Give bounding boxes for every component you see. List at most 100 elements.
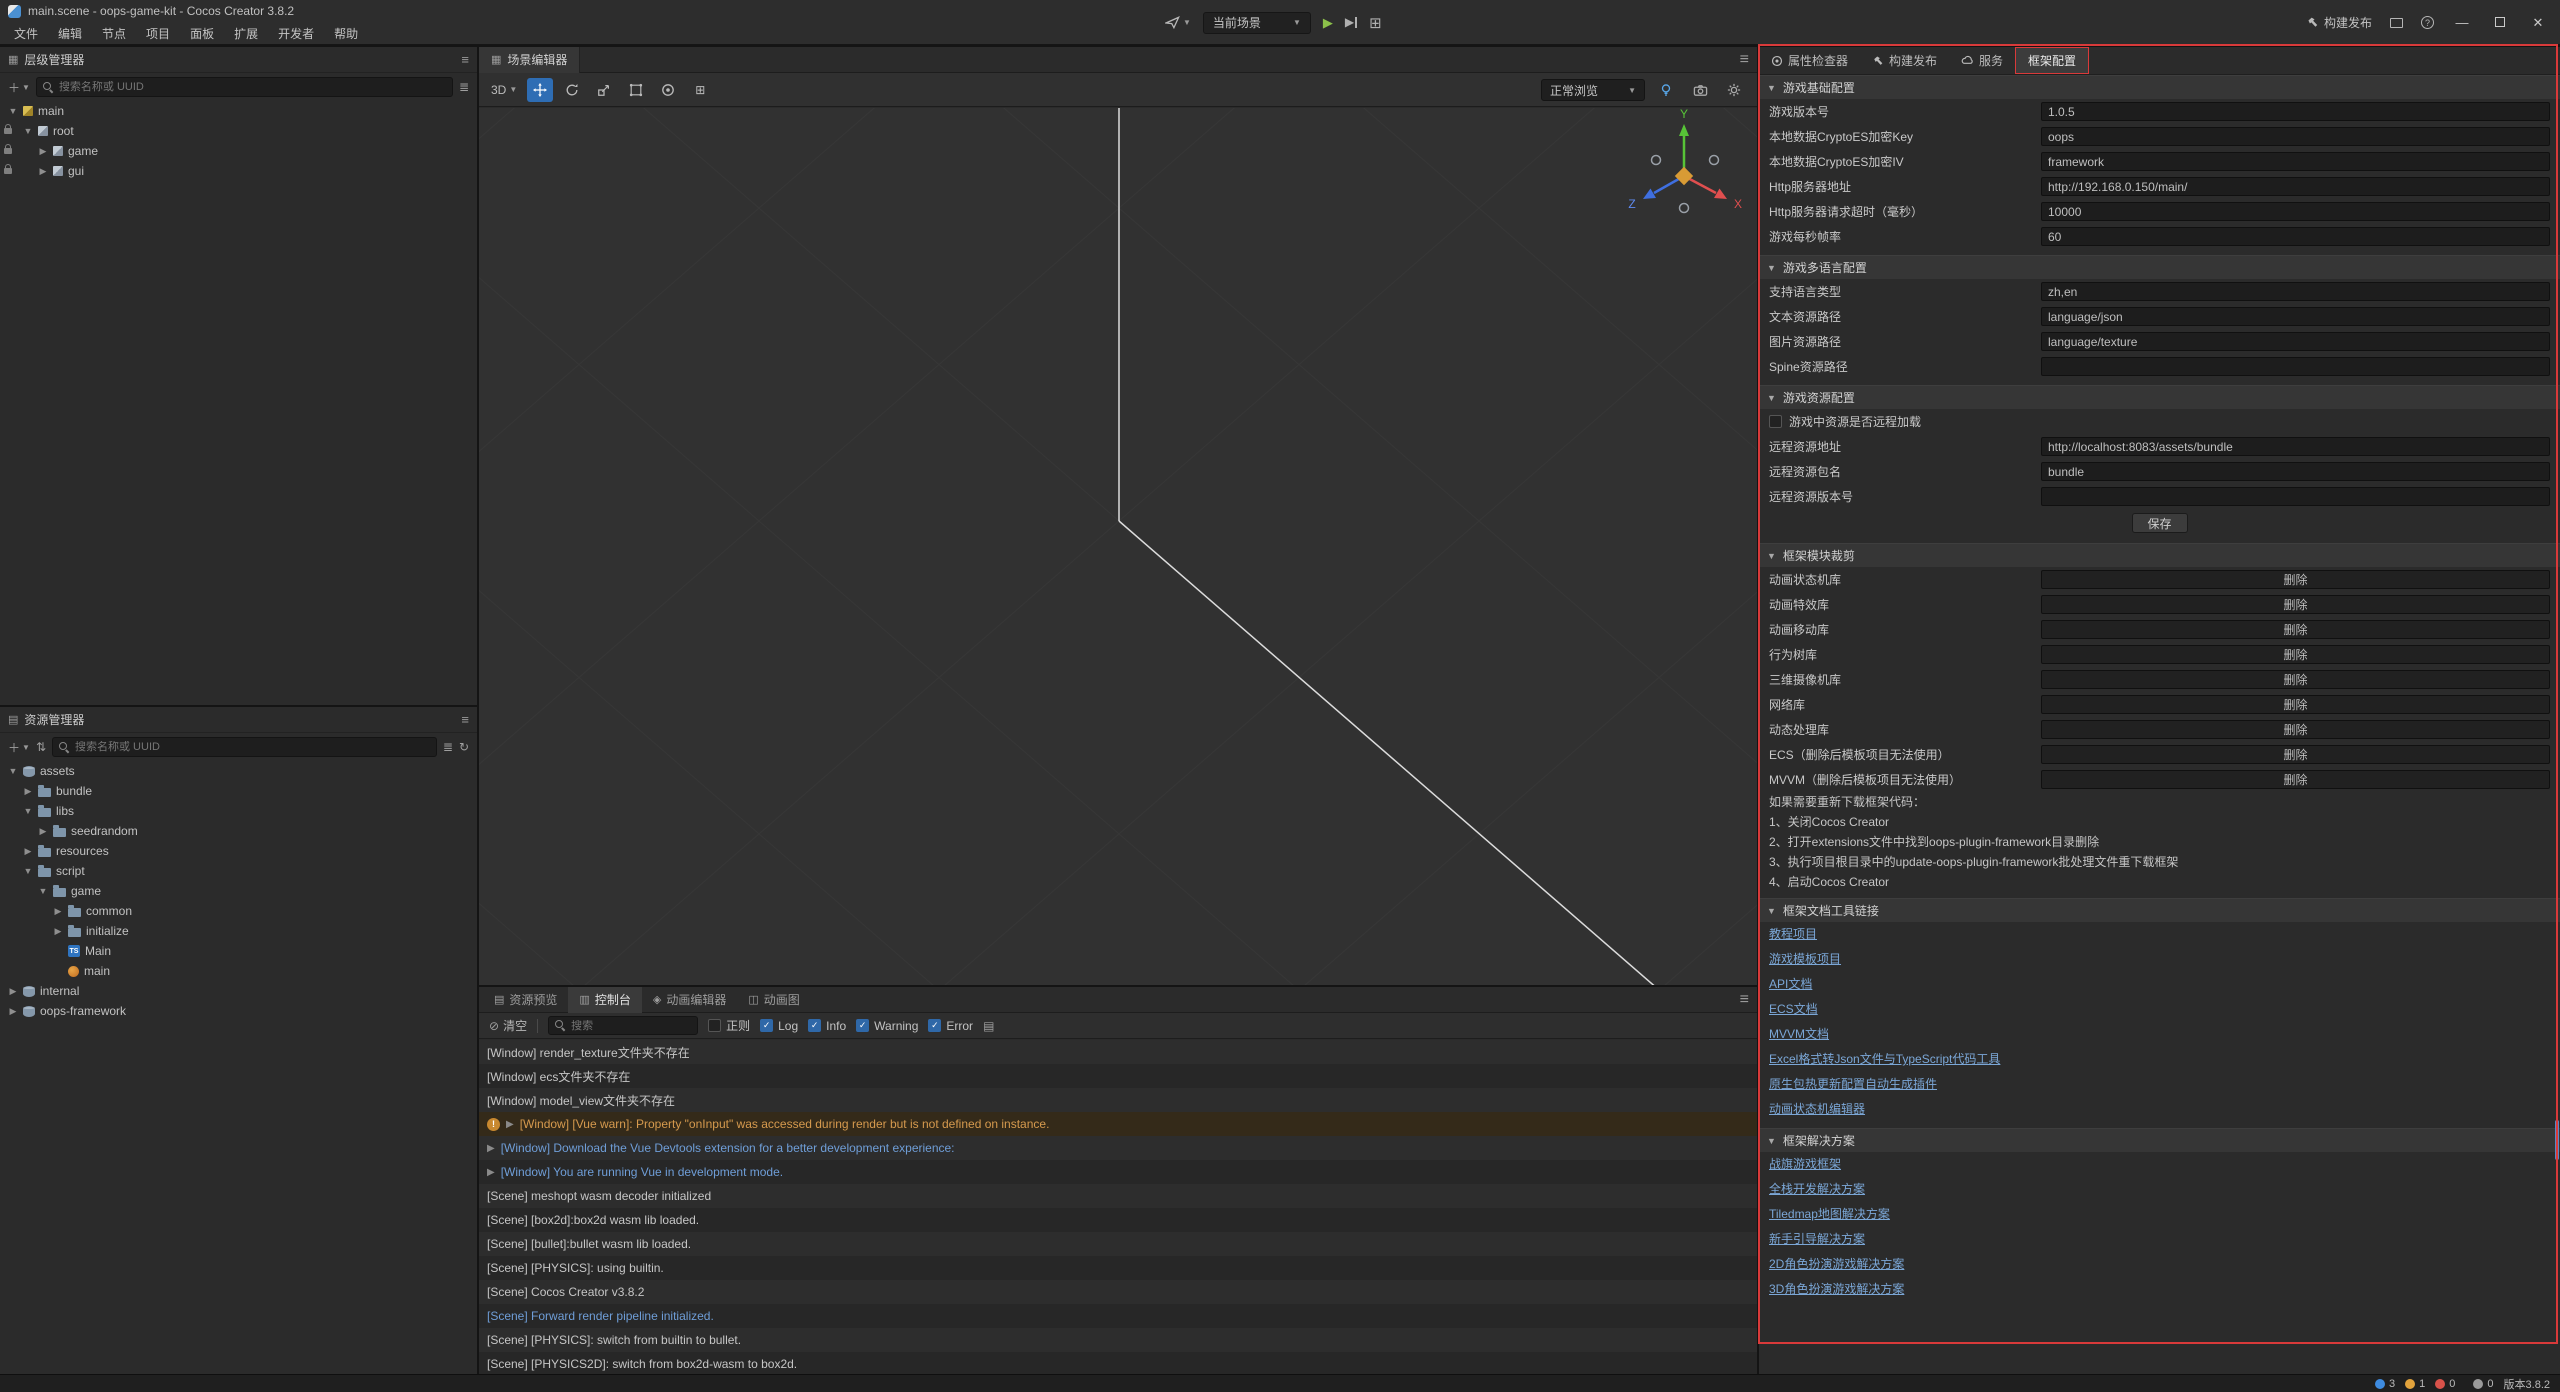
help-icon[interactable]: ? (2421, 16, 2434, 29)
link-guide-solution[interactable]: 新手引导解决方案 (1769, 1227, 1865, 1252)
log-row-warning[interactable]: !▶[Window] [Vue warn]: Property "onInput… (479, 1112, 1757, 1136)
lock-icon[interactable] (4, 128, 12, 134)
asset-row-libs[interactable]: ▼libs (0, 801, 477, 821)
link-template-project[interactable]: 游戏模板项目 (1769, 947, 1841, 972)
camera-settings-button[interactable] (1687, 78, 1713, 102)
asset-row-bundle[interactable]: ▶bundle (0, 781, 477, 801)
chevron-collapsed-icon[interactable]: ▶ (38, 166, 48, 177)
link-tutorial-project[interactable]: 教程项目 (1769, 922, 1817, 947)
chevron-collapsed-icon[interactable]: ▶ (38, 146, 48, 157)
scene-settings-button[interactable] (1721, 78, 1747, 102)
pivot-tool-button[interactable] (655, 78, 681, 102)
window-layout-icon[interactable] (2390, 18, 2403, 28)
tab-animation-editor[interactable]: ◈动画编辑器 (642, 987, 737, 1013)
menu-item-panel[interactable]: 面板 (180, 23, 224, 44)
panel-menu-icon[interactable]: ≡ (461, 52, 469, 67)
step-button[interactable]: ▶ (1345, 17, 1357, 28)
chevron-collapsed-icon[interactable]: ▶ (38, 826, 48, 837)
menu-item-help[interactable]: 帮助 (324, 23, 368, 44)
filter-warning-toggle[interactable]: ✓Warning (856, 1019, 918, 1033)
move-tool-button[interactable] (527, 78, 553, 102)
filter-error-toggle[interactable]: ✓Error (928, 1019, 973, 1033)
asset-row-assets[interactable]: ▼assets (0, 761, 477, 781)
section-header-basic[interactable]: ▼游戏基础配置 (1759, 75, 2560, 99)
link-animator-editor[interactable]: 动画状态机编辑器 (1769, 1097, 1865, 1122)
delete-ecs-button[interactable]: 删除 (2041, 745, 2550, 764)
expand-arrow-icon[interactable]: ▶ (506, 1119, 514, 1130)
crypto-iv-input[interactable] (2041, 152, 2550, 171)
chevron-collapsed-icon[interactable]: ▶ (23, 846, 33, 857)
hierarchy-node-root[interactable]: ▼ root (0, 121, 477, 141)
scrollbar-thumb[interactable] (2555, 1120, 2559, 1160)
hierarchy-node-main[interactable]: ▼ main (0, 101, 477, 121)
lock-icon[interactable] (4, 168, 12, 174)
filter-icon[interactable]: ≣ (443, 740, 453, 754)
log-row[interactable]: [Scene] meshopt wasm decoder initialized (479, 1184, 1757, 1208)
menu-item-node[interactable]: 节点 (92, 23, 136, 44)
section-header-resources[interactable]: ▼游戏资源配置 (1759, 385, 2560, 409)
delete-effect-button[interactable]: 删除 (2041, 595, 2550, 614)
message-count-badge[interactable]: 0 (2473, 1378, 2493, 1390)
link-hotupdate-plugin[interactable]: 原生包热更新配置自动生成插件 (1769, 1072, 1937, 1097)
checkbox-checked[interactable]: ✓ (760, 1019, 773, 1032)
link-api-docs[interactable]: API文档 (1769, 972, 1812, 997)
tab-build-publish[interactable]: 构建发布 (1860, 47, 1949, 74)
play-button[interactable]: ▶ (1323, 15, 1333, 31)
menu-item-project[interactable]: 项目 (136, 23, 180, 44)
image-res-path-input[interactable] (2041, 332, 2550, 351)
snap-tool-button[interactable]: ⊞ (687, 78, 713, 102)
log-row[interactable]: [Window] model_view文件夹不存在 (479, 1088, 1757, 1112)
chevron-collapsed-icon[interactable]: ▶ (8, 1006, 18, 1017)
lighting-toggle-button[interactable] (1653, 78, 1679, 102)
tab-console[interactable]: ▥控制台 (568, 987, 641, 1013)
delete-mvvm-button[interactable]: 删除 (2041, 770, 2550, 789)
tab-property-inspector[interactable]: 属性检查器 (1759, 47, 1860, 74)
asset-row-main-ts[interactable]: TSMain (0, 941, 477, 961)
chevron-expanded-icon[interactable]: ▼ (8, 106, 18, 116)
asset-row-oops-framework[interactable]: ▶oops-framework (0, 1001, 477, 1021)
chevron-expanded-icon[interactable]: ▼ (8, 766, 18, 776)
hierarchy-search-input[interactable] (59, 81, 446, 93)
delete-camera-button[interactable]: 删除 (2041, 670, 2550, 689)
expand-arrow-icon[interactable]: ▶ (487, 1143, 495, 1154)
link-ecs-docs[interactable]: ECS文档 (1769, 997, 1818, 1022)
sort-assets-icon[interactable]: ⇅ (36, 740, 46, 754)
section-header-i18n[interactable]: ▼游戏多语言配置 (1759, 255, 2560, 279)
http-server-input[interactable] (2041, 177, 2550, 196)
menu-item-edit[interactable]: 编辑 (48, 23, 92, 44)
asset-row-game[interactable]: ▼game (0, 881, 477, 901)
orientation-gizmo[interactable]: Y X Z (1614, 108, 1754, 238)
refresh-icon[interactable]: ↻ (459, 740, 469, 754)
menu-item-extension[interactable]: 扩展 (224, 23, 268, 44)
link-excel-tool[interactable]: Excel格式转Json文件与TypeScript代码工具 (1769, 1047, 2000, 1072)
chevron-expanded-icon[interactable]: ▼ (23, 806, 33, 816)
delete-network-button[interactable]: 删除 (2041, 695, 2550, 714)
open-log-file-button[interactable]: ▤ (983, 1019, 994, 1033)
filter-icon[interactable]: ≣ (459, 80, 469, 94)
delete-animator-button[interactable]: 删除 (2041, 570, 2550, 589)
delete-move-button[interactable]: 删除 (2041, 620, 2550, 639)
expand-arrow-icon[interactable]: ▶ (487, 1167, 495, 1178)
menu-item-developer[interactable]: 开发者 (268, 23, 324, 44)
create-asset-button[interactable]: ＋▼ (8, 739, 30, 756)
section-header-docs[interactable]: ▼框架文档工具链接 (1759, 898, 2560, 922)
asset-row-resources[interactable]: ▶resources (0, 841, 477, 861)
panel-menu-icon[interactable]: ≡ (1740, 51, 1749, 69)
save-button[interactable]: 保存 (2132, 513, 2188, 533)
checkbox-unchecked[interactable] (708, 1019, 721, 1032)
link-tiledmap-solution[interactable]: Tiledmap地图解决方案 (1769, 1202, 1890, 1227)
scene-selector-dropdown[interactable]: 当前场景 ▼ (1203, 12, 1311, 34)
create-node-button[interactable]: ＋▼ (8, 79, 30, 96)
filter-log-toggle[interactable]: ✓Log (760, 1019, 798, 1033)
maximize-button[interactable] (2490, 15, 2510, 30)
log-row-info[interactable]: ▶[Window] You are running Vue in develop… (479, 1160, 1757, 1184)
console-search-input[interactable] (571, 1020, 691, 1032)
warning-count-badge[interactable]: 1 (2405, 1378, 2425, 1390)
build-publish-button[interactable]: 构建发布 (2306, 14, 2372, 31)
menu-item-file[interactable]: 文件 (4, 23, 48, 44)
checkbox-checked[interactable]: ✓ (808, 1019, 821, 1032)
minimize-button[interactable]: — (2452, 15, 2472, 30)
fps-input[interactable] (2041, 227, 2550, 246)
delete-dynamic-button[interactable]: 删除 (2041, 720, 2550, 739)
rotate-tool-button[interactable] (559, 78, 585, 102)
